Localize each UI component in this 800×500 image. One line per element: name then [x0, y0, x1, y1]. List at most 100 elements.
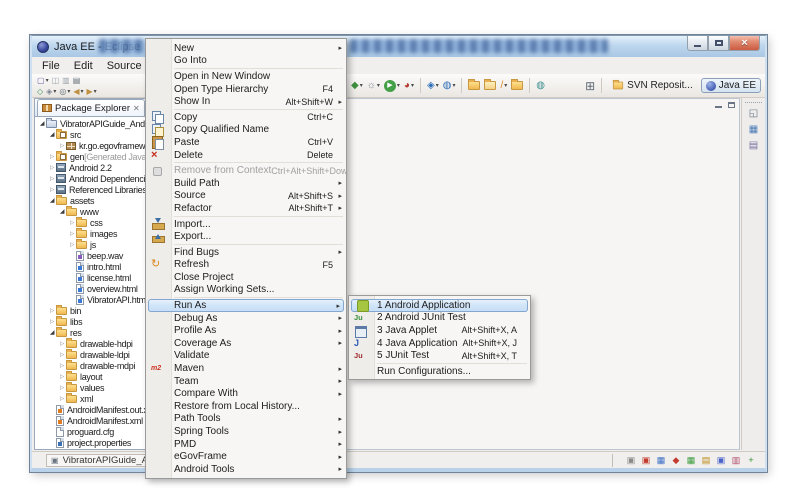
display-icon[interactable]: ▣: [715, 454, 727, 466]
outline-icon[interactable]: ▦: [747, 123, 761, 136]
menu-item-maven[interactable]: m2Maven▸: [146, 362, 346, 375]
menu-item-source[interactable]: SourceAlt+Shift+S▸: [146, 190, 346, 203]
tree-item-src[interactable]: ◢src: [36, 129, 163, 140]
collapsed-twisty-icon[interactable]: ▷: [58, 143, 66, 149]
menu-item-paste[interactable]: PasteCtrl+V: [146, 136, 346, 149]
menu-item-find-bugs[interactable]: Find Bugs▸: [146, 246, 346, 259]
menu-item-delete[interactable]: ×DeleteDelete: [146, 149, 346, 162]
collapsed-twisty-icon[interactable]: ▷: [58, 396, 66, 402]
tree-item-intro-html[interactable]: intro.html: [36, 261, 163, 272]
search-icon[interactable]: ◎▾: [58, 86, 71, 97]
perspective-java-ee[interactable]: Java EE: [701, 78, 761, 93]
collapsed-twisty-icon[interactable]: ▷: [58, 363, 66, 369]
tree-item-drawable-mdpi[interactable]: ▷drawable-mdpi: [36, 360, 163, 371]
collapsed-twisty-icon[interactable]: ▷: [48, 154, 56, 160]
menu-item-validate[interactable]: Validate: [146, 350, 346, 363]
menu-item-build-path[interactable]: Build Path▸: [146, 177, 346, 190]
new-wizard-icon[interactable]: ◈▾: [426, 77, 440, 94]
annotate-icon[interactable]: /▾: [499, 77, 508, 94]
external-tools-icon[interactable]: ☼▾: [366, 77, 381, 94]
menu-item-run-as[interactable]: Run As▸: [148, 299, 344, 312]
collapsed-twisty-icon[interactable]: ▷: [68, 231, 76, 237]
menu-item-android-tools[interactable]: Android Tools▸: [146, 463, 346, 476]
titlebar[interactable]: Java EE - Eclipse ×: [32, 36, 765, 57]
profile-icon[interactable]: ◕▾: [403, 77, 415, 94]
menu-item-coverage-as[interactable]: Coverage As▸: [146, 337, 346, 350]
expanded-twisty-icon[interactable]: ◢: [38, 120, 46, 127]
menubar-item-file[interactable]: File: [35, 59, 67, 73]
menu-item-debug-as[interactable]: Debug As▸: [146, 312, 346, 325]
collapsed-twisty-icon[interactable]: ▷: [68, 242, 76, 248]
collapsed-twisty-icon[interactable]: ▷: [68, 220, 76, 226]
menu-item-open-type-hierarchy[interactable]: Open Type HierarchyF4: [146, 83, 346, 96]
web-services-icon[interactable]: ◍▾: [442, 77, 457, 94]
tree-item-referenced-libraries[interactable]: ▷Referenced Libraries: [36, 184, 163, 195]
tree-item-layout[interactable]: ▷layout: [36, 371, 163, 382]
menu-item-run-configurations[interactable]: Run Configurations...: [349, 365, 530, 378]
expanded-twisty-icon[interactable]: ◢: [58, 208, 66, 215]
menubar-item-edit[interactable]: Edit: [67, 59, 100, 73]
collapsed-twisty-icon[interactable]: ▷: [48, 165, 56, 171]
open-perspective-icon[interactable]: ⊞: [584, 80, 596, 91]
tree-item-vibratorapi-html[interactable]: VibratorAPI.html: [36, 294, 163, 305]
tree-item-license-html[interactable]: license.html: [36, 272, 163, 283]
save-all-icon[interactable]: ▥: [61, 75, 71, 86]
close-tab-icon[interactable]: ✕: [133, 104, 140, 113]
tree-item-android-2-2[interactable]: ▷Android 2.2: [36, 162, 163, 173]
tree-item-drawable-ldpi[interactable]: ▷drawable-ldpi: [36, 349, 163, 360]
menu-item-go-into[interactable]: Go Into: [146, 55, 346, 68]
tree-item-beep-wav[interactable]: beep.wav: [36, 250, 163, 261]
open-type-icon[interactable]: ◈▾: [45, 86, 57, 97]
menu-item-pmd[interactable]: PMD▸: [146, 438, 346, 451]
tree-item-androidmanifest-xml[interactable]: AndroidManifest.xml: [36, 415, 163, 426]
tasks-icon[interactable]: ▤: [747, 139, 761, 152]
tree-item-android-dependencies[interactable]: ▷Android Dependencies: [36, 173, 163, 184]
menu-item-close-project[interactable]: Close Project: [146, 271, 346, 284]
tree-item-css[interactable]: ▷css: [36, 217, 163, 228]
tree-item-proguard-cfg[interactable]: proguard.cfg: [36, 426, 163, 437]
collapsed-twisty-icon[interactable]: ▷: [48, 308, 56, 314]
menu-item-new[interactable]: New▸: [146, 42, 346, 55]
print-icon[interactable]: ▤: [72, 75, 82, 86]
run-icon[interactable]: ▶▾: [383, 77, 401, 94]
devices-icon[interactable]: ▥: [730, 454, 742, 466]
tree-item-assets[interactable]: ◢assets: [36, 195, 163, 206]
menu-item-5-junit-test[interactable]: Ju5 JUnit TestAlt+Shift+X, T: [349, 349, 530, 362]
perspective-svn-repository[interactable]: SVN Reposit...: [607, 78, 698, 93]
clipboard-icon[interactable]: ▤: [700, 454, 712, 466]
menu-item-team[interactable]: Team▸: [146, 375, 346, 388]
tree-item-kr-go-egovframework-h[interactable]: ▷kr.go.egovframework.h: [36, 140, 163, 151]
menu-item-copy[interactable]: CopyCtrl+C: [146, 111, 346, 124]
problems-icon[interactable]: ▣: [640, 454, 652, 466]
menu-item-refactor[interactable]: RefactorAlt+Shift+T▸: [146, 202, 346, 215]
menu-item-remove-from-context[interactable]: Remove from ContextCtrl+Alt+Shift+Down: [146, 164, 346, 177]
export-resources-icon[interactable]: [510, 77, 524, 94]
forward-icon[interactable]: ▶▾: [86, 86, 98, 97]
expanded-twisty-icon[interactable]: ◢: [48, 131, 56, 138]
tree-item-gen[interactable]: ▷gen [Generated Java Files]: [36, 151, 163, 162]
minimize-view-icon[interactable]: [714, 101, 723, 109]
tree-item-overview-html[interactable]: overview.html: [36, 283, 163, 294]
open-folder-icon[interactable]: [467, 77, 481, 94]
tree-item-res[interactable]: ◢res: [36, 327, 163, 338]
emulator-icon[interactable]: ▦: [685, 454, 697, 466]
console-icon[interactable]: ▣: [625, 454, 637, 466]
menu-item-4-java-application[interactable]: J4 Java ApplicationAlt+Shift+X, J: [349, 337, 530, 350]
minimize-button[interactable]: [687, 36, 708, 51]
collapsed-twisty-icon[interactable]: ▷: [48, 187, 56, 193]
menu-item-egovframe[interactable]: eGovFrame▸: [146, 450, 346, 463]
tree-item-values[interactable]: ▷values: [36, 382, 163, 393]
collapsed-twisty-icon[interactable]: ▷: [58, 374, 66, 380]
web-browser-icon[interactable]: ◍: [535, 77, 546, 94]
close-button[interactable]: ×: [729, 36, 760, 51]
java-element-icon[interactable]: ◇: [36, 86, 44, 97]
menu-item-import[interactable]: Import...: [146, 218, 346, 231]
menu-item-open-in-new-window[interactable]: Open in New Window: [146, 70, 346, 83]
drag-grip[interactable]: [745, 100, 762, 103]
menu-item-assign-working-sets[interactable]: Assign Working Sets...: [146, 284, 346, 297]
tree-item-vibratorapiguide-android-v1[interactable]: ◢VibratorAPIGuide_Android_V1: [36, 118, 163, 129]
menu-item-copy-qualified-name[interactable]: Copy Qualified Name: [146, 124, 346, 137]
tree-item-libs[interactable]: ▷libs: [36, 316, 163, 327]
menu-item-spring-tools[interactable]: Spring Tools▸: [146, 425, 346, 438]
tree-item-images[interactable]: ▷images: [36, 228, 163, 239]
